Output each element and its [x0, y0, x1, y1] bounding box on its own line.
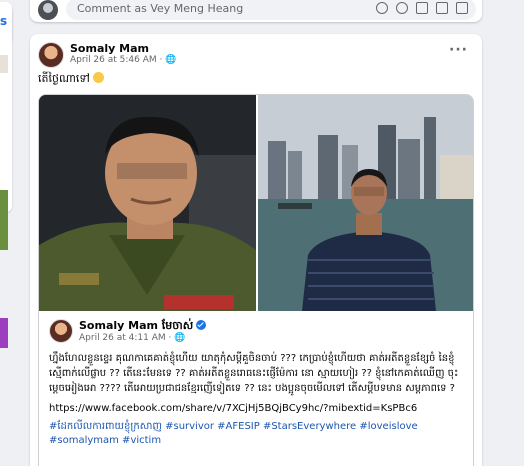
shared-post-body: ហ្នឹងហែលខ្លួនខ្ទេរ គុណកាគេគាត់ខ្ញុំហើយ យ…	[49, 351, 467, 448]
sticker-square-icon[interactable]	[456, 2, 468, 14]
feed-post: Somaly Mam April 26 at 5:46 AM · 🌐 ··· ត…	[30, 34, 482, 466]
shared-author-avatar[interactable]	[49, 319, 73, 343]
previous-post-comment-bar: Comment as Vey Meng Heang	[30, 0, 482, 22]
shared-post-hashtags[interactable]: #ដែកលីលការពាយខ្ញុំក្រសាញ #survivor #AFES…	[49, 420, 467, 448]
sidebar-letter: s	[0, 14, 8, 28]
author-name[interactable]: Somaly Mam	[70, 42, 149, 55]
sidebar-card: s	[0, 2, 12, 212]
shared-post-link[interactable]: https://www.facebook.com/share/v/7XCjHj5…	[49, 401, 467, 416]
camera-icon[interactable]	[416, 2, 428, 14]
shared-post-timestamp[interactable]: April 26 at 4:11 AM · 🌐	[79, 333, 185, 343]
emoji-icon	[92, 72, 104, 83]
sidebar-thumbnail[interactable]	[0, 318, 8, 348]
comment-input[interactable]: Comment as Vey Meng Heang	[66, 0, 476, 20]
sidebar-thumbnail[interactable]	[0, 190, 8, 250]
avatar	[38, 0, 58, 20]
more-options-icon[interactable]: ···	[449, 42, 468, 58]
sticker-icon[interactable]	[376, 2, 388, 14]
verified-badge-icon	[196, 320, 207, 330]
gif-icon[interactable]	[436, 2, 448, 14]
shared-post-text: ហ្នឹងហែលខ្លួនខ្ទេរ គុណកាគេគាត់ខ្ញុំហើយ យ…	[49, 353, 459, 394]
photo-left[interactable]	[39, 95, 256, 311]
left-sidebar-fragment: s	[0, 0, 18, 466]
post-timestamp[interactable]: April 26 at 5:46 AM · 🌐	[70, 55, 176, 65]
shared-author-name-text: Somaly Mam មែចាស់	[79, 319, 194, 332]
post-text: តើថ្ងៃណាទៅ	[38, 72, 104, 88]
emoji-icon[interactable]	[396, 2, 408, 14]
post-text-content: តើថ្ងៃណាទៅ	[38, 72, 90, 85]
comment-placeholder: Comment as Vey Meng Heang	[77, 2, 244, 15]
sidebar-thumbnail[interactable]	[0, 55, 8, 73]
shared-post[interactable]: Somaly Mam មែចាស់ April 26 at 4:11 AM · …	[38, 94, 474, 466]
photo-right[interactable]	[258, 95, 473, 311]
author-avatar[interactable]	[38, 42, 64, 68]
